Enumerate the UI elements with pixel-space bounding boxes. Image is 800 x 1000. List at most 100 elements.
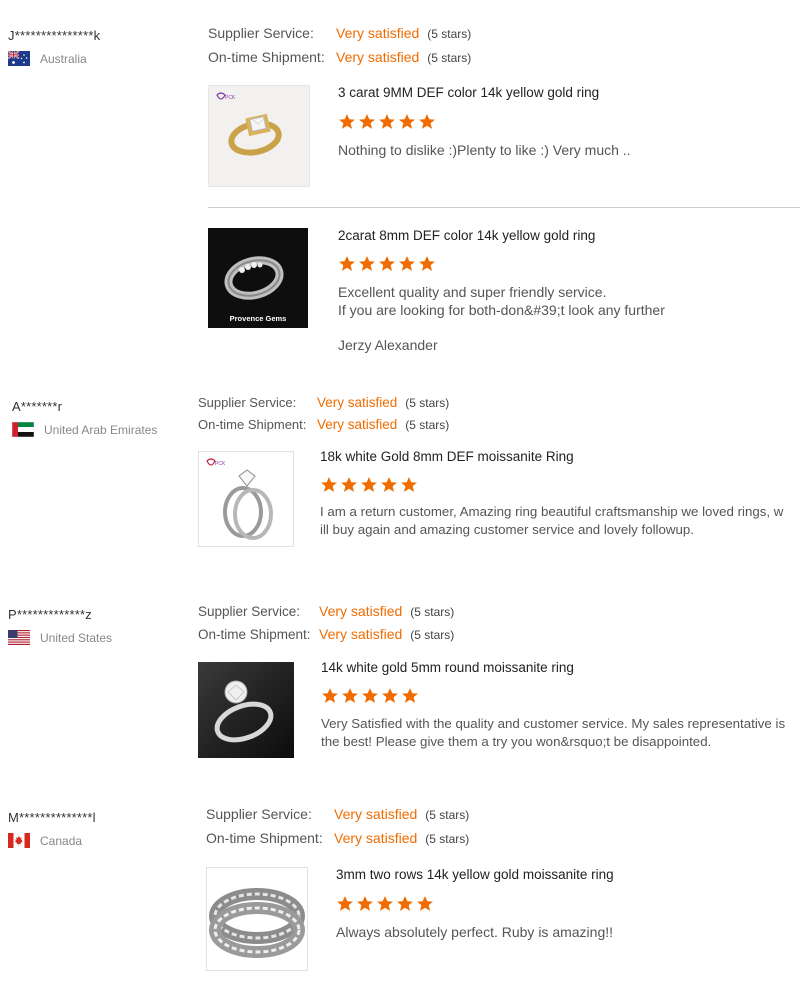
ontime-shipment-stars: (5 stars)	[427, 51, 472, 65]
buyer-name: A*******r	[12, 399, 63, 414]
canada-flag-icon	[8, 833, 30, 848]
ontime-shipment-value: Very satisfied	[317, 417, 398, 432]
supplier-service-stars: (5 stars)	[405, 396, 450, 410]
star-rating	[338, 113, 436, 131]
review-text-line: Excellent quality and super friendly ser…	[338, 284, 607, 300]
product-title[interactable]: 2carat 8mm DEF color 14k yellow gold rin…	[338, 228, 595, 243]
review-item: PCK 18k white Gold 8mm DEF moissanite Ri…	[198, 449, 800, 549]
product-title[interactable]: 3mm two rows 14k yellow gold moissanite …	[336, 867, 614, 882]
star-icon	[382, 688, 398, 703]
two-row-moissanite-band-photo[interactable]	[206, 867, 308, 971]
ontime-shipment-label: On-time Shipment:	[208, 49, 325, 65]
star-icon	[337, 896, 353, 911]
star-icon	[342, 688, 358, 703]
band-ring-photo[interactable]: Provence Gems	[208, 228, 308, 328]
country-name: United Arab Emirates	[44, 422, 158, 437]
ontime-shipment-value: Very satisfied	[319, 626, 403, 642]
review-block: P*************z United States Supplier S…	[0, 603, 800, 763]
supplier-service-row: Supplier Service: Very satisfied (5 star…	[198, 603, 454, 626]
star-icon	[321, 477, 337, 492]
item-divider	[208, 207, 800, 208]
australia-flag-icon	[8, 51, 30, 66]
supplier-ratings: Supplier Service: Very satisfied (5 star…	[206, 806, 469, 854]
review-block: A*******r United Arab Emirates Supplier …	[0, 395, 800, 555]
thumb-caption: Provence Gems	[229, 314, 287, 323]
star-rating	[320, 476, 418, 494]
review-item: Provence Gems 2carat 8mm DEF color 14k y…	[208, 228, 800, 368]
buyer-name: J***************k	[8, 28, 101, 43]
supplier-service-row: Supplier Service: Very satisfied (5 star…	[206, 806, 469, 830]
star-icon	[341, 477, 357, 492]
star-icon	[397, 896, 413, 911]
star-icon	[322, 688, 338, 703]
white-gold-solitaire-photo[interactable]	[198, 662, 294, 758]
ontime-shipment-value: Very satisfied	[334, 830, 418, 846]
buyer-country: United States	[8, 630, 188, 645]
review-text: Nothing to dislike :)Plenty to like :) V…	[338, 142, 631, 158]
star-rating	[336, 895, 434, 913]
buyer-info: P*************z United States	[8, 607, 188, 645]
buyer-name: P*************z	[8, 607, 92, 622]
supplier-ratings: Supplier Service: Very satisfied (5 star…	[208, 25, 471, 73]
uae-flag-icon	[12, 422, 34, 437]
review-signature: Jerzy Alexander	[338, 337, 438, 353]
supplier-service-row: Supplier Service: Very satisfied (5 star…	[198, 395, 449, 417]
star-icon	[339, 256, 355, 271]
star-icon	[379, 114, 395, 129]
buyer-info: J***************k Australia	[8, 28, 188, 66]
review-text: I am a return customer, Amazing ring bea…	[320, 503, 796, 539]
supplier-service-label: Supplier Service:	[208, 25, 314, 41]
ontime-shipment-stars: (5 stars)	[410, 628, 455, 642]
review-text-line: the best! Please give them a try you won…	[321, 734, 712, 749]
supplier-service-label: Supplier Service:	[206, 806, 312, 822]
buyer-country: Australia	[8, 51, 188, 66]
star-icon	[362, 688, 378, 703]
review-text-line: If you are looking for both-don&#39;t lo…	[338, 302, 665, 318]
review-text: Very Satisfied with the quality and cust…	[321, 715, 797, 751]
buyer-name: M**************l	[8, 810, 96, 825]
ontime-shipment-label: On-time Shipment:	[198, 417, 307, 432]
supplier-service-value: Very satisfied	[336, 25, 420, 41]
review-block: M**************l Canada Supplier Service…	[0, 806, 800, 996]
country-name: Canada	[40, 833, 83, 848]
yellow-gold-solitaire-ring-photo[interactable]: PCK	[208, 85, 310, 187]
ontime-shipment-label: On-time Shipment:	[198, 627, 311, 642]
review-item: 3mm two rows 14k yellow gold moissanite …	[206, 867, 800, 971]
supplier-service-value: Very satisfied	[334, 806, 418, 822]
review-text: Excellent quality and super friendly ser…	[338, 283, 798, 319]
supplier-service-value: Very satisfied	[319, 603, 403, 619]
review-item: PCK 3 carat 9MM DEF color 14k yellow gol…	[208, 85, 800, 187]
buyer-country: Canada	[8, 833, 188, 848]
product-title[interactable]: 3 carat 9MM DEF color 14k yellow gold ri…	[338, 85, 599, 100]
supplier-ratings: Supplier Service: Very satisfied (5 star…	[198, 395, 449, 439]
svg-text:PCK: PCK	[215, 461, 226, 467]
supplier-service-label: Supplier Service:	[198, 395, 297, 410]
ontime-shipment-value: Very satisfied	[336, 49, 420, 65]
star-icon	[419, 114, 435, 129]
ontime-shipment-stars: (5 stars)	[405, 418, 450, 432]
review-text-line: I am a return customer, Amazing ring bea…	[320, 504, 784, 519]
review-text: Always absolutely perfect. Ruby is amazi…	[336, 924, 614, 940]
star-icon	[417, 896, 433, 911]
buyer-country: United Arab Emirates	[12, 422, 188, 437]
buyer-info: A*******r United Arab Emirates	[8, 399, 188, 437]
country-name: Australia	[40, 51, 87, 66]
star-icon	[399, 256, 415, 271]
star-icon	[419, 256, 435, 271]
review-text-line: ill buy again and amazing customer servi…	[320, 522, 694, 537]
white-gold-bridal-set-photo[interactable]: PCK	[198, 451, 294, 547]
supplier-service-stars: (5 stars)	[410, 605, 455, 619]
star-icon	[361, 477, 377, 492]
product-title[interactable]: 18k white Gold 8mm DEF moissanite Ring	[320, 449, 574, 464]
product-title[interactable]: 14k white gold 5mm round moissanite ring	[321, 660, 574, 675]
country-name: United States	[40, 630, 113, 645]
star-icon	[357, 896, 373, 911]
star-icon	[359, 114, 375, 129]
star-icon	[359, 256, 375, 271]
supplier-service-stars: (5 stars)	[427, 27, 472, 41]
svg-text:PCK: PCK	[225, 95, 236, 101]
star-icon	[381, 477, 397, 492]
review-text-line: Very Satisfied with the quality and cust…	[321, 716, 786, 731]
supplier-service-label: Supplier Service:	[198, 604, 301, 619]
supplier-service-stars: (5 stars)	[425, 808, 470, 822]
